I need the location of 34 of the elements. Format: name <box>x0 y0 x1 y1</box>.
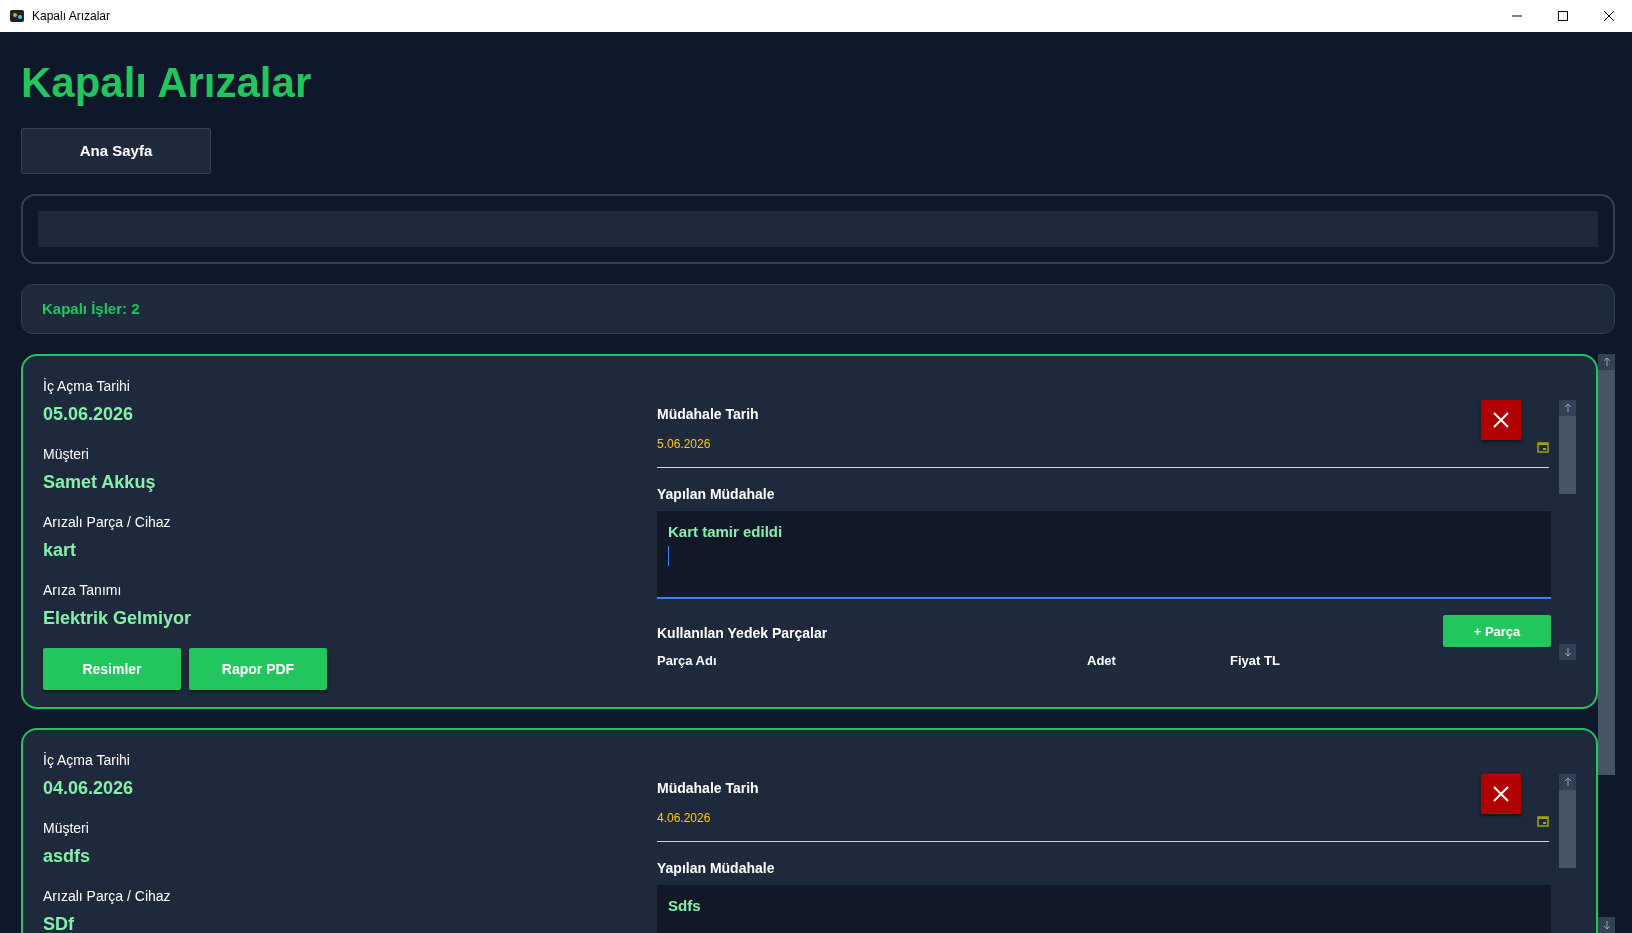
field-value: SDf <box>43 913 75 933</box>
field-label: Müşteri <box>43 445 90 465</box>
field-label: Yapılan Müdahale <box>657 859 775 879</box>
window-title: Kapalı Arızalar <box>32 8 111 25</box>
field-label: İç Açma Tarihi <box>43 377 131 397</box>
field-label: Arızalı Parça / Cihaz <box>43 887 172 907</box>
column-header: Adet <box>1087 653 1117 671</box>
column-header: Fiyat TL <box>1230 653 1280 671</box>
field-value: 04.06.2026 <box>43 777 135 801</box>
field-label: İç Açma Tarihi <box>43 751 131 771</box>
field-label: Müdahale Tarih <box>657 779 759 799</box>
page-title: Kapalı Arızalar <box>21 58 313 108</box>
date-field[interactable]: 4.06.2026 <box>657 799 1549 843</box>
field-value: Elektrik Gelmiyor <box>43 607 193 631</box>
field-value: 05.06.2026 <box>43 403 135 427</box>
description-text: Sdfs <box>668 896 702 917</box>
text-area[interactable]: Sdfs <box>657 885 1551 933</box>
field-label: Müdahale Tarih <box>657 405 759 425</box>
text-area[interactable]: Kart tamir edildi <box>657 511 1551 600</box>
section-label: Kullanılan Yedek Parçalar <box>657 623 828 643</box>
date-field[interactable]: 5.06.2026 <box>657 425 1549 469</box>
field-label: Müşteri <box>43 819 90 839</box>
field-label: Arızalı Parça / Cihaz <box>43 513 172 533</box>
description-text: Kart tamir edildi <box>668 522 784 543</box>
field-value: Samet Akkuş <box>43 471 157 495</box>
date-value: 5.06.2026 <box>657 436 711 454</box>
field-value: kart <box>43 539 78 563</box>
home-button[interactable]: Ana Sayfa <box>21 128 211 175</box>
field-label: Yapılan Müdahale <box>657 485 775 505</box>
field-value: asdfs <box>43 845 92 869</box>
column-header: Parça Adı <box>657 653 718 671</box>
field-label: Arıza Tanımı <box>43 581 123 601</box>
closed-count: Kapalı İşler: 2 <box>42 299 140 320</box>
date-value: 4.06.2026 <box>657 810 711 828</box>
